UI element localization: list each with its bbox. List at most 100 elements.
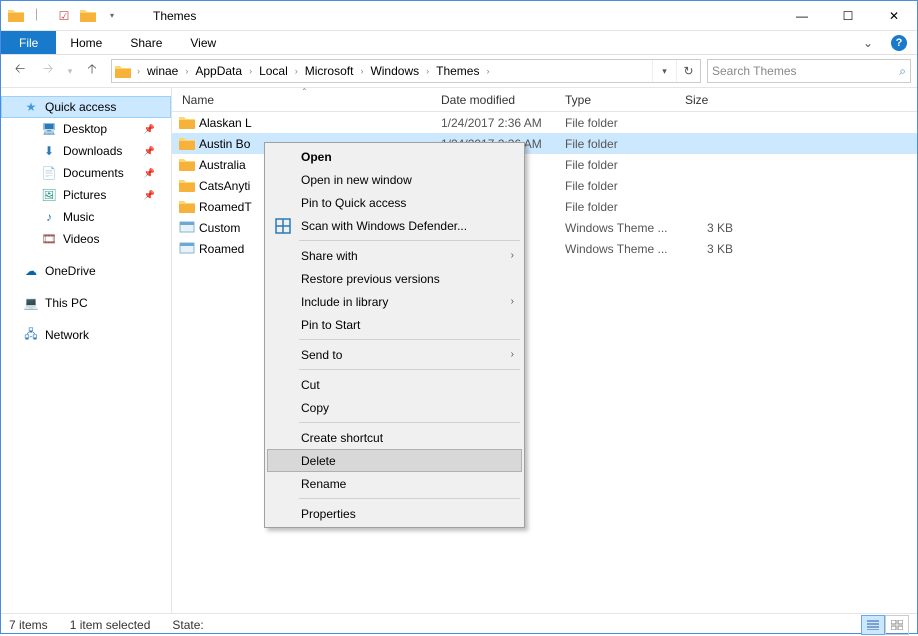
file-type: File folder	[555, 179, 675, 193]
tab-home[interactable]: Home	[56, 31, 116, 54]
ctx-open[interactable]: Open	[267, 145, 522, 168]
tab-view[interactable]: View	[176, 31, 230, 54]
nav-documents[interactable]: 📄 Documents 📌	[1, 162, 171, 184]
star-icon: ★	[23, 99, 39, 115]
chevron-right-icon[interactable]: ›	[182, 66, 191, 76]
ribbon-expand-icon[interactable]: ⌄	[855, 31, 881, 54]
breadcrumb[interactable]: Windows	[366, 60, 423, 82]
col-type[interactable]: Type	[555, 88, 675, 111]
nav-label: OneDrive	[45, 264, 96, 278]
context-menu: Open Open in new window Pin to Quick acc…	[264, 142, 525, 528]
nav-downloads[interactable]: ⬇ Downloads 📌	[1, 140, 171, 162]
breadcrumb[interactable]: Local	[255, 60, 292, 82]
properties-icon[interactable]: ☑	[53, 5, 75, 27]
chevron-right-icon[interactable]: ›	[292, 66, 301, 76]
ctx-cut[interactable]: Cut	[267, 373, 522, 396]
nav-music[interactable]: ♪ Music	[1, 206, 171, 228]
maximize-button[interactable]: ☐	[825, 1, 871, 30]
close-button[interactable]: ✕	[871, 1, 917, 30]
table-row[interactable]: Alaskan L1/24/2017 2:36 AMFile folder	[172, 112, 917, 133]
file-size: 3 KB	[675, 242, 743, 256]
search-icon[interactable]: ⌕	[899, 64, 906, 79]
nav-videos[interactable]: 🎞 Videos	[1, 228, 171, 250]
ctx-properties[interactable]: Properties	[267, 502, 522, 525]
chevron-right-icon[interactable]: ›	[246, 66, 255, 76]
new-folder-icon[interactable]	[77, 5, 99, 27]
qat-separator-icon: ▏	[29, 5, 51, 27]
ctx-pin-start[interactable]: Pin to Start	[267, 313, 522, 336]
chevron-right-icon: ›	[511, 349, 514, 360]
nav-quick-access[interactable]: ★ Quick access	[1, 96, 171, 118]
pictures-icon: 🖼	[41, 187, 57, 203]
pin-icon: 📌	[144, 124, 155, 135]
ctx-send-to[interactable]: Send to›	[267, 343, 522, 366]
chevron-right-icon[interactable]: ›	[357, 66, 366, 76]
desktop-icon: 🖥	[41, 121, 57, 137]
tab-share[interactable]: Share	[116, 31, 176, 54]
ctx-include-library[interactable]: Include in library›	[267, 290, 522, 313]
qat-dropdown-icon[interactable]: ▾	[101, 5, 123, 27]
forward-button[interactable]: 🡢	[35, 59, 61, 83]
folder-icon	[179, 199, 195, 215]
nav-pane: ★ Quick access 🖥 Desktop 📌 ⬇ Downloads 📌…	[1, 88, 172, 613]
file-size: 3 KB	[675, 221, 743, 235]
music-icon: ♪	[41, 209, 57, 225]
view-large-icons-button[interactable]	[885, 615, 909, 635]
ctx-rename[interactable]: Rename	[267, 472, 522, 495]
file-type: File folder	[555, 116, 675, 130]
nav-label: Documents	[63, 166, 124, 180]
help-button[interactable]: ?	[881, 31, 917, 54]
nav-this-pc[interactable]: 💻 This PC	[1, 292, 171, 314]
ribbon-tabs: File Home Share View ⌄ ?	[1, 31, 917, 55]
col-size[interactable]: Size	[675, 88, 743, 111]
nav-label: Music	[63, 210, 94, 224]
address-dropdown-icon[interactable]: ▾	[652, 60, 676, 82]
breadcrumb[interactable]: winae	[143, 60, 182, 82]
ctx-open-new-window[interactable]: Open in new window	[267, 168, 522, 191]
chevron-right-icon[interactable]: ›	[134, 66, 143, 76]
pin-icon: 📌	[144, 190, 155, 201]
nav-onedrive[interactable]: ☁ OneDrive	[1, 260, 171, 282]
chevron-right-icon[interactable]: ›	[483, 66, 492, 76]
nav-network[interactable]: 🖧 Network	[1, 324, 171, 346]
ctx-pin-quick-access[interactable]: Pin to Quick access	[267, 191, 522, 214]
chevron-right-icon: ›	[511, 250, 514, 261]
search-input[interactable]: Search Themes ⌕	[707, 59, 911, 83]
pin-icon: 📌	[144, 168, 155, 179]
col-name[interactable]: Name ⌃	[172, 88, 431, 111]
ctx-copy[interactable]: Copy	[267, 396, 522, 419]
tab-file[interactable]: File	[1, 31, 56, 54]
nav-label: Network	[45, 328, 89, 342]
ctx-restore-versions[interactable]: Restore previous versions	[267, 267, 522, 290]
folder-icon	[112, 65, 134, 78]
col-label: Name	[182, 93, 214, 107]
nav-label: Desktop	[63, 122, 107, 136]
refresh-button[interactable]: ↻	[676, 60, 700, 82]
ctx-share-with[interactable]: Share with›	[267, 244, 522, 267]
this-pc-icon: 💻	[23, 295, 39, 311]
up-button[interactable]: 🡡	[79, 59, 105, 83]
folder-icon	[179, 136, 195, 152]
nav-pictures[interactable]: 🖼 Pictures 📌	[1, 184, 171, 206]
address-bar[interactable]: › winae› AppData› Local› Microsoft› Wind…	[111, 59, 701, 83]
breadcrumb[interactable]: Themes	[432, 60, 483, 82]
col-date[interactable]: Date modified	[431, 88, 555, 111]
ctx-create-shortcut[interactable]: Create shortcut	[267, 426, 522, 449]
documents-icon: 📄	[41, 165, 57, 181]
file-name: Austin Bo	[199, 137, 250, 151]
minimize-button[interactable]: —	[779, 1, 825, 30]
recent-dropdown-icon[interactable]: ▾	[63, 59, 77, 83]
breadcrumb[interactable]: Microsoft	[301, 60, 358, 82]
ctx-delete[interactable]: Delete	[267, 449, 522, 472]
folder-icon	[179, 115, 195, 131]
breadcrumb[interactable]: AppData	[191, 60, 246, 82]
file-name: CatsAnyti	[199, 179, 250, 193]
ctx-scan-defender[interactable]: Scan with Windows Defender...	[267, 214, 522, 237]
nav-desktop[interactable]: 🖥 Desktop 📌	[1, 118, 171, 140]
back-button[interactable]: 🡠	[7, 59, 33, 83]
view-details-button[interactable]	[861, 615, 885, 635]
nav-label: Downloads	[63, 144, 122, 158]
folder-icon	[5, 5, 27, 27]
chevron-right-icon[interactable]: ›	[423, 66, 432, 76]
downloads-icon: ⬇	[41, 143, 57, 159]
